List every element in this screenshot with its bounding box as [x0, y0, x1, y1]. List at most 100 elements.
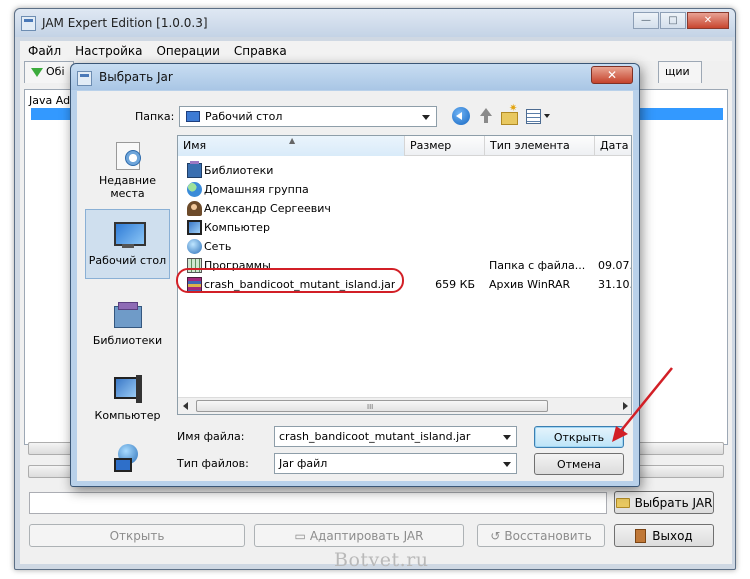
file-date: 09.07.	[598, 259, 632, 272]
filename-input[interactable]: crash_bandicoot_mutant_island.jar	[274, 426, 517, 447]
file-name: Александр Сергеевич	[204, 202, 331, 215]
file-name: Компьютер	[204, 221, 270, 234]
list-item[interactable]: Библиотеки	[178, 161, 631, 180]
button-label: Выход	[652, 528, 693, 543]
tab-label: Обі	[46, 65, 65, 78]
down-arrow-icon	[31, 67, 43, 77]
door-exit-icon	[635, 528, 647, 543]
chevron-down-icon	[422, 115, 430, 120]
computer-icon	[187, 220, 202, 235]
restore-icon: ↺	[490, 528, 501, 543]
filetype-select[interactable]: Jar файл	[274, 453, 517, 474]
place-label: Компьютер	[94, 409, 161, 422]
file-name: Сеть	[204, 240, 232, 253]
menubar: Файл Настройка Операции Справка	[20, 41, 732, 61]
back-icon[interactable]	[452, 107, 470, 125]
maximize-icon[interactable]: □	[660, 12, 686, 29]
chevron-down-icon[interactable]	[503, 435, 511, 440]
jar-path-input[interactable]	[29, 492, 607, 514]
close-icon[interactable]: ✕	[687, 12, 729, 29]
column-date[interactable]: Дата і	[595, 136, 631, 156]
horizontal-scrollbar[interactable]: III	[178, 397, 631, 414]
homegroup-icon	[187, 182, 202, 197]
annotation-arrow-icon	[612, 367, 673, 442]
sort-ascending-icon: ▲	[289, 136, 296, 145]
menu-file[interactable]: Файл	[28, 44, 61, 58]
file-name: Домашняя группа	[204, 183, 309, 196]
list-item[interactable]: Сеть	[178, 237, 631, 256]
dialog-app-icon	[77, 71, 92, 86]
scroll-left-icon[interactable]	[183, 402, 188, 410]
folder-open-icon	[615, 497, 630, 508]
filename-value: crash_bandicoot_mutant_island.jar	[279, 430, 471, 443]
file-name: Библиотеки	[204, 164, 274, 177]
computer-icon	[112, 375, 144, 405]
folder-combo[interactable]: Рабочий стол	[179, 106, 437, 127]
recent-places-icon	[112, 140, 144, 170]
adapt-jar-button[interactable]: ▭ Адаптировать JAR	[254, 524, 464, 547]
user-folder-icon	[187, 201, 202, 216]
libraries-icon	[187, 161, 202, 178]
list-item[interactable]: Домашняя группа	[178, 180, 631, 199]
file-type: Папка с файла...	[489, 259, 586, 272]
column-type[interactable]: Тип элемента	[485, 136, 595, 156]
button-label: Адаптировать JAR	[309, 528, 424, 543]
watermark: Botvet.ru	[334, 549, 429, 571]
button-label: Восстановить	[504, 528, 592, 543]
app-icon	[21, 16, 36, 31]
menu-settings[interactable]: Настройка	[75, 44, 142, 58]
up-folder-icon[interactable]	[477, 107, 495, 125]
libraries-icon	[112, 300, 144, 330]
place-label: Недавние места	[99, 174, 156, 200]
restore-button[interactable]: ↺ Восстановить	[477, 524, 605, 547]
places-bar: Недавние места Рабочий стол Библиотеки К…	[85, 134, 170, 474]
main-titlebar[interactable]: JAM Expert Edition [1.0.0.3] — □ ✕	[15, 9, 735, 37]
filename-label: Имя файла:	[177, 430, 245, 443]
view-menu-icon[interactable]	[525, 107, 553, 125]
scrollbar-grip: III	[367, 403, 374, 411]
menu-help[interactable]: Справка	[234, 44, 287, 58]
annotation-highlight-ring	[176, 268, 404, 293]
folder-combo-value: Рабочий стол	[205, 110, 283, 123]
place-label: Библиотеки	[92, 334, 163, 347]
column-name[interactable]: Имя ▲	[178, 136, 405, 156]
place-network[interactable]	[85, 434, 170, 474]
exit-button[interactable]: Выход	[614, 524, 714, 547]
open-button[interactable]: Открыть	[29, 524, 245, 547]
scrollbar-thumb[interactable]: III	[196, 400, 548, 412]
dialog-cancel-button[interactable]: Отмена	[534, 453, 624, 475]
folder-label: Папка:	[135, 110, 175, 123]
file-date: 31.10.	[598, 278, 632, 291]
tab-label: щии	[665, 65, 690, 78]
place-recent[interactable]: Недавние места	[85, 134, 170, 204]
dialog-close-icon[interactable]: ✕	[591, 66, 633, 84]
desktop-icon	[112, 220, 146, 250]
window-controls: — □ ✕	[632, 12, 729, 29]
tab-general[interactable]: Обі	[24, 61, 74, 83]
desktop-small-icon	[186, 111, 200, 122]
adapt-icon: ▭	[294, 528, 306, 543]
dialog-title: Выбрать Jar	[99, 70, 173, 84]
chevron-down-icon	[503, 462, 511, 467]
place-label: Рабочий стол	[88, 254, 167, 267]
column-size[interactable]: Размер	[405, 136, 485, 156]
filetype-value: Jar файл	[279, 457, 328, 470]
place-libraries[interactable]: Библиотеки	[85, 284, 170, 354]
list-item[interactable]: Александр Сергеевич	[178, 199, 631, 218]
network-icon	[187, 239, 202, 254]
button-label: Выбрать JAR	[634, 495, 713, 510]
tab-additional[interactable]: щии	[658, 61, 702, 83]
list-item[interactable]: Компьютер	[178, 218, 631, 237]
new-folder-icon[interactable]	[500, 103, 518, 125]
menu-operations[interactable]: Операции	[156, 44, 219, 58]
network-icon	[112, 442, 144, 472]
place-computer[interactable]: Компьютер	[85, 359, 170, 429]
list-header: Имя ▲ Размер Тип элемента Дата і	[178, 136, 631, 156]
panel-header: Java Ad	[29, 94, 71, 107]
dialog-titlebar[interactable]: Выбрать Jar ✕	[71, 64, 639, 90]
choose-jar-button[interactable]: Выбрать JAR	[614, 491, 714, 514]
minimize-icon[interactable]: —	[633, 12, 659, 29]
file-type: Архив WinRAR	[489, 278, 571, 291]
place-desktop[interactable]: Рабочий стол	[85, 209, 170, 279]
file-size: 659 КБ	[435, 278, 475, 291]
